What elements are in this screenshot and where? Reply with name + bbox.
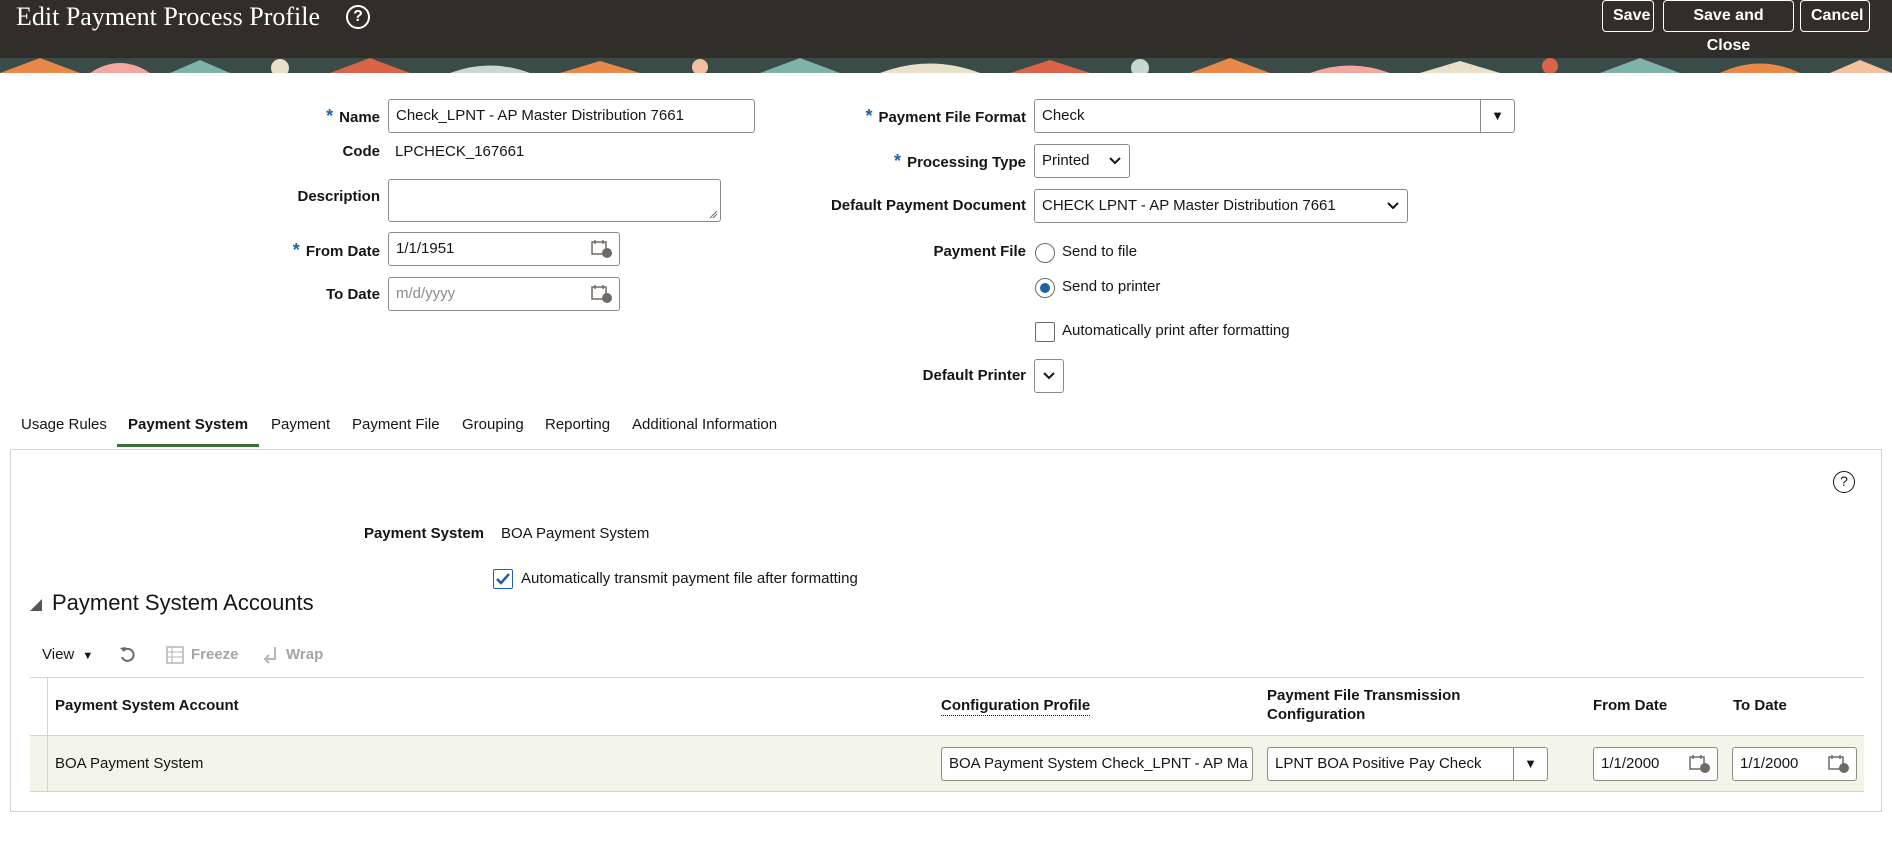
tab-usage-rules[interactable]: Usage Rules bbox=[21, 413, 107, 437]
calendar-icon[interactable] bbox=[1828, 754, 1850, 774]
refresh-icon[interactable] bbox=[118, 645, 138, 665]
auto-print-label: Automatically print after formatting bbox=[1062, 322, 1290, 339]
to-date-cell-value: 1/1/2000 bbox=[1740, 755, 1799, 772]
auto-transmit-checkbox[interactable] bbox=[493, 569, 513, 589]
tab-payment-system[interactable]: Payment System bbox=[128, 413, 248, 437]
table-row[interactable]: BOA Payment System BOA Payment System Ch… bbox=[30, 735, 1864, 792]
checkmark-icon bbox=[496, 573, 510, 585]
send-to-file-radio[interactable] bbox=[1035, 243, 1055, 263]
payment-system-value: BOA Payment System bbox=[501, 525, 650, 542]
to-date-field[interactable]: m/d/yyyy bbox=[388, 277, 620, 311]
transmission-configuration-value: LPNT BOA Positive Pay Check bbox=[1275, 755, 1482, 772]
page-header: Edit Payment Process Profile ? Save Save… bbox=[0, 0, 1892, 58]
default-payment-document-select[interactable]: CHECK LPNT - AP Master Distribution 7661 bbox=[1034, 189, 1408, 223]
tab-grouping[interactable]: Grouping bbox=[462, 413, 524, 437]
active-tab-indicator bbox=[117, 444, 259, 447]
resize-handle-icon[interactable] bbox=[708, 209, 718, 219]
auto-transmit-label: Automatically transmit payment file afte… bbox=[521, 570, 858, 587]
column-header-configuration-profile[interactable]: Configuration Profile bbox=[941, 696, 1091, 716]
banner-pattern-icon bbox=[0, 58, 1892, 73]
name-label: * Name bbox=[326, 106, 380, 126]
chevron-down-icon bbox=[1387, 202, 1399, 210]
send-to-file-label: Send to file bbox=[1062, 243, 1138, 260]
default-printer-label: Default Printer bbox=[922, 367, 1026, 384]
processing-type-select[interactable]: Printed bbox=[1034, 144, 1130, 178]
to-date-cell-field[interactable]: 1/1/2000 bbox=[1732, 747, 1857, 781]
wrap-button: Wrap bbox=[286, 646, 324, 663]
code-label: Code bbox=[342, 143, 381, 160]
column-header-from-date[interactable]: From Date bbox=[1593, 696, 1667, 715]
tab-reporting[interactable]: Reporting bbox=[545, 413, 610, 437]
to-date-placeholder: m/d/yyyy bbox=[396, 285, 456, 302]
payment-system-label: Payment System bbox=[363, 525, 484, 542]
decorative-banner bbox=[0, 58, 1892, 73]
from-date-cell-value: 1/1/2000 bbox=[1601, 755, 1660, 772]
payment-file-format-label: * Payment File Format bbox=[865, 106, 1026, 126]
from-date-cell-field[interactable]: 1/1/2000 bbox=[1593, 747, 1718, 781]
description-label: Description bbox=[297, 188, 380, 205]
account-cell: BOA Payment System bbox=[55, 755, 204, 772]
view-label: View bbox=[42, 646, 75, 663]
chevron-down-icon[interactable]: ▼ bbox=[1480, 100, 1514, 132]
auto-print-checkbox[interactable] bbox=[1035, 322, 1055, 342]
section-title: Payment System Accounts bbox=[52, 590, 314, 615]
freeze-icon bbox=[166, 646, 184, 664]
default-payment-document-label: Default Payment Document bbox=[830, 197, 1026, 214]
send-to-printer-label: Send to printer bbox=[1062, 278, 1161, 295]
row-selector[interactable] bbox=[30, 736, 48, 791]
wrap-icon bbox=[263, 647, 276, 664]
row-selector-header bbox=[30, 677, 48, 735]
calendar-icon[interactable] bbox=[1689, 754, 1711, 774]
view-menu[interactable]: View ▼ bbox=[42, 644, 93, 667]
default-printer-select[interactable] bbox=[1034, 359, 1064, 393]
name-field[interactable]: Check_LPNT - AP Master Distribution 7661 bbox=[388, 99, 755, 133]
help-icon[interactable]: ? bbox=[1833, 471, 1855, 493]
default-payment-document-value: CHECK LPNT - AP Master Distribution 7661 bbox=[1042, 197, 1336, 214]
save-and-close-button[interactable]: Save and Close bbox=[1663, 0, 1794, 54]
chevron-down-icon bbox=[1109, 157, 1121, 165]
collapse-triangle-icon[interactable] bbox=[30, 598, 44, 612]
calendar-icon[interactable] bbox=[591, 284, 613, 304]
chevron-down-icon[interactable]: ▼ bbox=[1513, 748, 1547, 780]
transmission-configuration-select[interactable]: LPNT BOA Positive Pay Check ▼ bbox=[1267, 747, 1548, 781]
help-icon[interactable]: ? bbox=[346, 5, 370, 29]
column-header-transmission-configuration[interactable]: Payment File Transmission Configuration bbox=[1267, 686, 1507, 724]
send-to-printer-radio[interactable] bbox=[1035, 278, 1055, 298]
code-value: LPCHECK_167661 bbox=[395, 143, 525, 160]
from-date-value: 1/1/1951 bbox=[396, 240, 455, 257]
cancel-button[interactable]: Cancel bbox=[1800, 0, 1870, 32]
freeze-button: Freeze bbox=[191, 646, 239, 663]
configuration-profile-field[interactable]: BOA Payment System Check_LPNT - AP Ma bbox=[941, 747, 1253, 781]
to-date-label: To Date bbox=[326, 286, 380, 303]
column-header-to-date[interactable]: To Date bbox=[1733, 696, 1787, 715]
from-date-field[interactable]: 1/1/1951 bbox=[388, 232, 620, 266]
save-button[interactable]: Save bbox=[1602, 0, 1654, 32]
triangle-down-icon: ▼ bbox=[82, 650, 94, 662]
from-date-label: * From Date bbox=[292, 240, 380, 260]
payment-file-label: Payment File bbox=[933, 243, 1026, 260]
chevron-down-icon bbox=[1043, 372, 1055, 380]
payment-file-format-select[interactable]: Check ▼ bbox=[1034, 99, 1515, 133]
payment-file-format-value: Check bbox=[1042, 107, 1085, 124]
processing-type-label: * Processing Type bbox=[894, 151, 1026, 171]
page-title: Edit Payment Process Profile bbox=[16, 2, 321, 31]
tab-payment-file[interactable]: Payment File bbox=[352, 413, 440, 437]
tab-additional-information[interactable]: Additional Information bbox=[632, 413, 777, 437]
description-field[interactable] bbox=[388, 179, 721, 222]
tab-payment[interactable]: Payment bbox=[271, 413, 330, 437]
column-header-account[interactable]: Payment System Account bbox=[55, 696, 239, 715]
calendar-icon[interactable] bbox=[591, 239, 613, 259]
processing-type-value: Printed bbox=[1042, 152, 1090, 169]
